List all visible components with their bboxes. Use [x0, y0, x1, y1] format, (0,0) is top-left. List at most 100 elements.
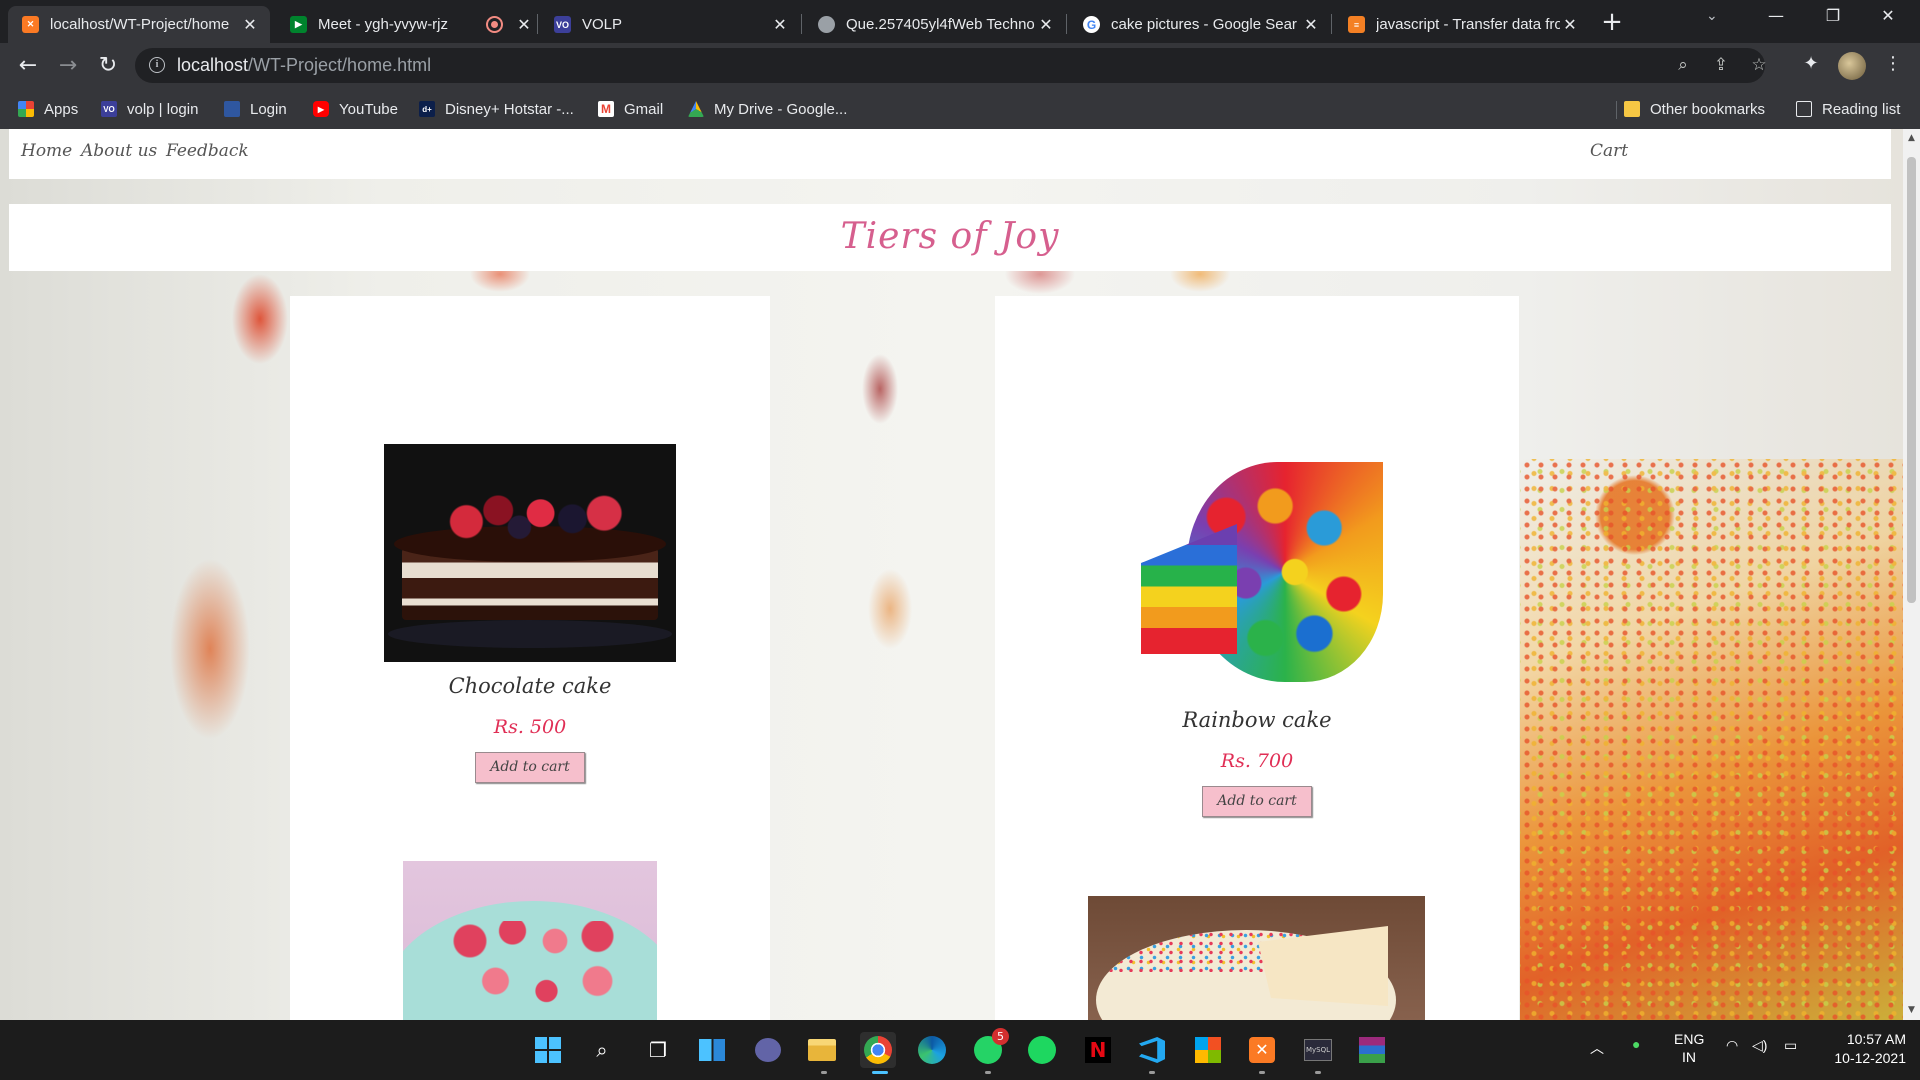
- nav-cart[interactable]: Cart: [1590, 141, 1628, 161]
- mysql-icon[interactable]: MySQL: [1300, 1032, 1336, 1068]
- whatsapp-icon[interactable]: 5: [970, 1028, 1009, 1068]
- tab-title: localhost/WT-Project/home: [50, 16, 230, 33]
- nav-about[interactable]: About us: [81, 141, 157, 161]
- rose-cake-image[interactable]: [403, 861, 657, 1020]
- address-url[interactable]: localhost/WT-Project/home.html: [177, 55, 431, 76]
- bookmark-hotstar[interactable]: d+ Disney+ Hotstar -...: [419, 96, 574, 122]
- nav-home[interactable]: Home: [21, 141, 72, 161]
- tab-volp[interactable]: VO VOLP ✕: [540, 6, 800, 43]
- add-to-cart-button[interactable]: Add to cart: [475, 752, 585, 783]
- rainbow-cake-image[interactable]: [1131, 444, 1383, 696]
- google-icon: G: [1083, 16, 1100, 33]
- add-to-cart-button[interactable]: Add to cart: [1202, 786, 1312, 817]
- tab-google[interactable]: G cake pictures - Google Sear ✕: [1069, 6, 1331, 43]
- folder-icon: [1624, 101, 1640, 117]
- tab-separator: [537, 14, 538, 34]
- hotstar-icon: d+: [419, 101, 435, 117]
- language-indicator[interactable]: ENG IN: [1674, 1030, 1704, 1066]
- volume-icon[interactable]: ◁): [1752, 1037, 1767, 1054]
- tab-recording[interactable]: ✕: [472, 6, 532, 43]
- wifi-icon[interactable]: ◠: [1726, 1037, 1738, 1054]
- scroll-thumb[interactable]: [1907, 157, 1916, 603]
- tab-separator: [1331, 14, 1332, 34]
- profile-avatar[interactable]: [1838, 52, 1866, 80]
- window-close-icon[interactable]: ✕: [1868, 6, 1908, 25]
- tab-search-chevron-icon[interactable]: ⌄: [1706, 8, 1718, 24]
- tab-strip: ✕ localhost/WT-Project/home ✕ ▶ Meet - y…: [0, 0, 1920, 43]
- netflix-icon[interactable]: N: [1080, 1032, 1116, 1068]
- meet-icon: ▶: [290, 16, 307, 33]
- youtube-icon: ▶: [313, 101, 329, 117]
- restore-icon[interactable]: ❐: [1813, 6, 1853, 25]
- info-icon[interactable]: i: [149, 57, 165, 73]
- forward-arrow-icon[interactable]: →: [54, 52, 82, 80]
- page-scrollbar[interactable]: ▲ ▼: [1903, 129, 1920, 1020]
- tab-stackoverflow[interactable]: ≡ javascript - Transfer data fro ✕: [1334, 6, 1590, 43]
- spotify-icon[interactable]: [1024, 1032, 1060, 1068]
- scroll-down-arrow-icon[interactable]: ▼: [1903, 1005, 1920, 1015]
- share-icon[interactable]: ⇪: [1709, 55, 1733, 77]
- winrar-icon[interactable]: [1354, 1032, 1390, 1068]
- close-icon[interactable]: ✕: [1560, 15, 1580, 35]
- battery-icon[interactable]: ▭: [1784, 1037, 1797, 1054]
- product-price: Rs. 700: [1220, 750, 1294, 772]
- active-indicator: [872, 1071, 888, 1074]
- tab-localhost[interactable]: ✕ localhost/WT-Project/home ✕: [8, 6, 270, 43]
- close-icon[interactable]: ✕: [1036, 15, 1056, 35]
- minimize-icon[interactable]: —: [1756, 6, 1796, 25]
- stackoverflow-icon: ≡: [1348, 16, 1365, 33]
- reload-icon[interactable]: ↻: [94, 52, 122, 80]
- bookmark-label: My Drive - Google...: [714, 100, 848, 118]
- windows-start-icon[interactable]: [530, 1032, 566, 1068]
- clock[interactable]: 10:57 AM 10-12-2021: [1822, 1030, 1906, 1068]
- file-explorer-icon[interactable]: [804, 1032, 840, 1068]
- reading-list-icon: [1796, 101, 1812, 117]
- bookmark-youtube[interactable]: ▶ YouTube: [313, 96, 398, 122]
- running-indicator: [821, 1071, 827, 1074]
- back-arrow-icon[interactable]: ←: [14, 52, 42, 80]
- teams-chat-icon[interactable]: [750, 1032, 786, 1068]
- office-icon[interactable]: [1190, 1032, 1226, 1068]
- page-viewport: Home About us Feedback Cart Tiers of Joy…: [0, 129, 1903, 1020]
- tab-separator: [1066, 14, 1067, 34]
- bookmark-label: Disney+ Hotstar -...: [445, 100, 574, 118]
- tab-que[interactable]: Que.257405yl4fWeb Techno ✕: [804, 6, 1066, 43]
- scroll-up-arrow-icon[interactable]: ▲: [1903, 133, 1920, 143]
- bookmark-volp[interactable]: VO volp | login: [101, 96, 198, 122]
- microphone-icon[interactable]: ●: [1632, 1036, 1640, 1052]
- chocolate-cake-image[interactable]: [384, 444, 676, 662]
- close-icon[interactable]: ✕: [1301, 15, 1321, 35]
- bookmark-apps[interactable]: Apps: [18, 96, 78, 122]
- close-icon[interactable]: ✕: [514, 15, 534, 35]
- notification-badge: 5: [992, 1028, 1009, 1045]
- vscode-icon[interactable]: [1134, 1032, 1170, 1068]
- close-icon[interactable]: ✕: [770, 15, 790, 35]
- extensions-puzzle-icon[interactable]: ✦: [1798, 53, 1824, 79]
- zoom-search-icon[interactable]: ⌕: [1671, 55, 1695, 77]
- record-icon: [486, 16, 503, 33]
- widgets-icon[interactable]: [694, 1032, 730, 1068]
- nav-feedback[interactable]: Feedback: [166, 141, 249, 161]
- close-icon[interactable]: ✕: [240, 15, 260, 35]
- bookmark-gmail[interactable]: M Gmail: [598, 96, 663, 122]
- other-bookmarks[interactable]: Other bookmarks: [1624, 96, 1765, 122]
- vanilla-cake-image[interactable]: [1088, 896, 1425, 1020]
- tab-meet[interactable]: ▶ Meet - ygh-yvyw-rjz: [276, 6, 472, 43]
- clock-date: 10-12-2021: [1834, 1050, 1906, 1066]
- task-view-icon[interactable]: ❐: [640, 1032, 676, 1068]
- tab-title: Meet - ygh-yvyw-rjz: [318, 16, 449, 33]
- bookmark-login[interactable]: Login: [224, 96, 287, 122]
- reading-list[interactable]: Reading list: [1796, 96, 1900, 122]
- bookmark-drive[interactable]: My Drive - Google...: [688, 96, 847, 122]
- menu-kebab-icon[interactable]: ⋮: [1880, 53, 1906, 79]
- reading-list-label: Reading list: [1822, 100, 1901, 118]
- xampp-icon[interactable]: ✕: [1244, 1032, 1280, 1068]
- bookmark-star-icon[interactable]: ☆: [1747, 55, 1771, 77]
- edge-icon[interactable]: [914, 1032, 950, 1068]
- new-tab-button[interactable]: +: [1597, 8, 1627, 38]
- address-bar[interactable]: i localhost/WT-Project/home.html ⌕ ⇪ ☆: [135, 48, 1767, 83]
- search-icon[interactable]: ⌕: [584, 1032, 620, 1068]
- tray-chevron-icon[interactable]: ︿: [1590, 1038, 1604, 1058]
- chrome-icon[interactable]: [860, 1032, 896, 1068]
- other-bookmarks-label: Other bookmarks: [1650, 100, 1766, 118]
